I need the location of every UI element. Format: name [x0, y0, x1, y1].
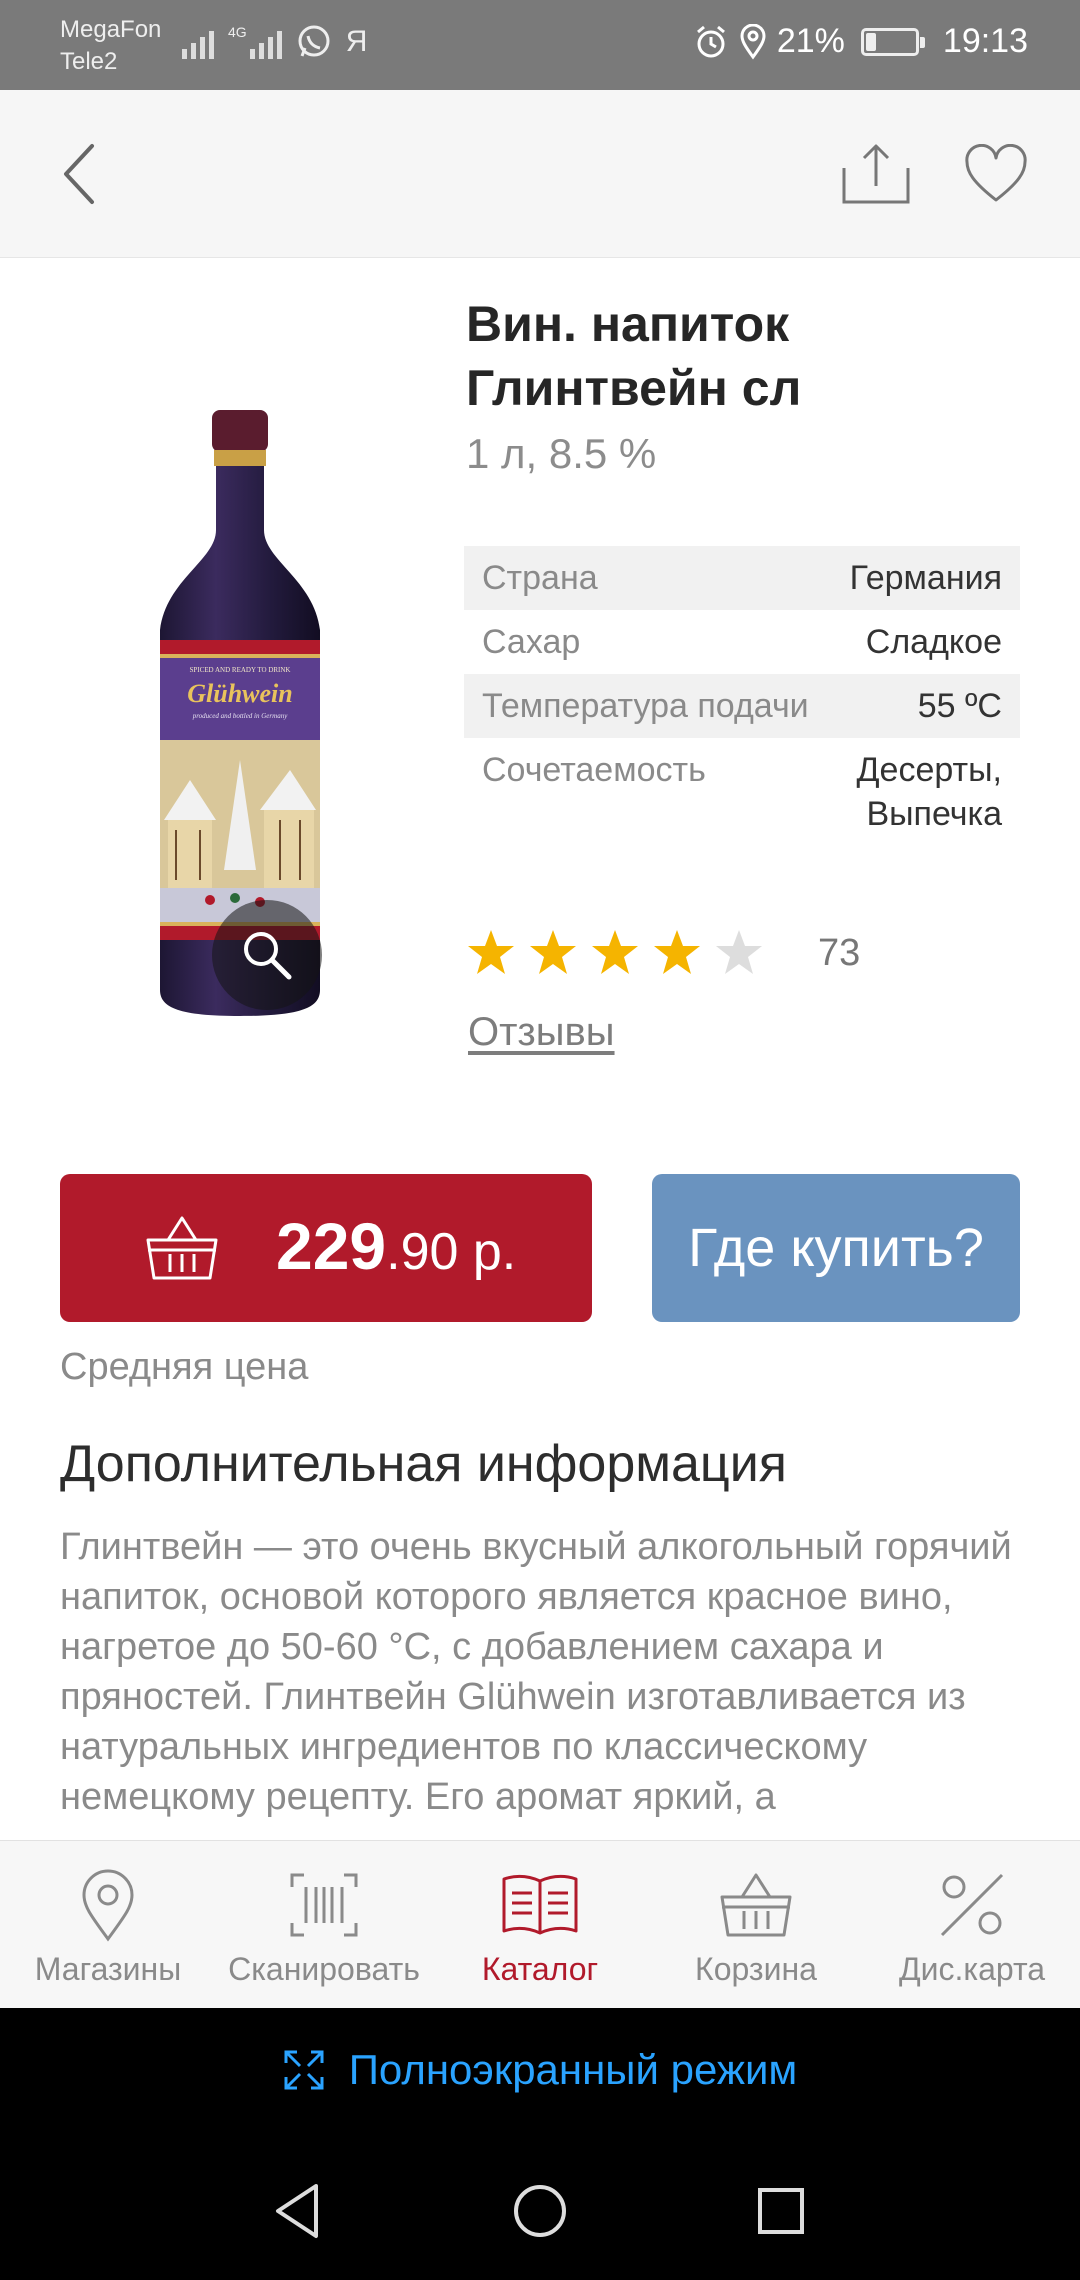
property-row-pairing: Сочетаемость Десерты, Выпечка — [464, 738, 1020, 846]
product-description: Глинтвейн — это очень вкусный алкогольны… — [60, 1526, 1012, 1818]
property-row-country: Страна Германия — [464, 546, 1020, 610]
add-to-basket-button[interactable]: 229 .90 р. — [60, 1174, 592, 1322]
favorite-button[interactable] — [956, 134, 1036, 214]
yandex-icon: Я — [345, 25, 368, 58]
star-filled-icon — [468, 930, 514, 974]
star-filled-icon — [592, 930, 638, 974]
bottom-navigation: Магазины Сканировать Каталог Корзина Дис… — [0, 1840, 1080, 2008]
property-label: Сахар — [482, 623, 581, 661]
fullscreen-mode-button[interactable]: Полноэкранный режим — [0, 2008, 1080, 2132]
clock: 19:13 — [942, 22, 1028, 60]
nav-item-stores[interactable]: Магазины — [0, 1841, 216, 2008]
network-type: 4G — [228, 24, 247, 40]
property-value: Сладкое — [865, 623, 1002, 661]
label-origin: produced and bottled in Germany — [192, 712, 289, 720]
status-right: 21% 19:13 — [693, 22, 1028, 61]
nav-label: Корзина — [695, 1951, 817, 1987]
nav-label: Каталог — [481, 1951, 599, 1987]
nav-label: Магазины — [34, 1951, 182, 1987]
label-tagline: SPICED AND READY TO DRINK — [190, 666, 291, 674]
rating-stars — [466, 928, 776, 978]
catalog-book-icon — [502, 1874, 578, 1935]
basket-icon — [720, 1873, 792, 1937]
property-row-sugar: Сахар Сладкое — [464, 610, 1020, 674]
property-label: Страна — [482, 559, 598, 597]
battery-percent: 21% — [776, 22, 845, 60]
price-fraction: .90 р. — [386, 1223, 517, 1281]
average-price-label: Средняя цена — [60, 1346, 309, 1388]
rating[interactable]: 73 — [466, 928, 860, 978]
basket-icon — [146, 1216, 218, 1280]
alarm-icon — [696, 25, 725, 57]
star-empty-icon — [716, 930, 762, 974]
signal-icon — [182, 25, 214, 59]
chevron-left-icon — [64, 144, 94, 204]
status-bar: MegaFon Tele2 4G Я 21% 19:13 — [0, 0, 1080, 90]
nav-label: Сканировать — [228, 1951, 420, 1987]
system-home-button[interactable] — [505, 2176, 575, 2246]
expand-icon — [284, 2050, 324, 2090]
product-properties: Страна Германия Сахар Сладкое Температур… — [464, 546, 1020, 846]
where-to-buy-button[interactable]: Где купить? — [652, 1174, 1020, 1322]
status-left-icons: 4G Я — [182, 24, 367, 60]
property-value: 55 ºC — [917, 687, 1002, 725]
location-icon — [740, 23, 766, 60]
nav-item-scan[interactable]: Сканировать — [216, 1841, 432, 2008]
signal-4g-icon: 4G — [228, 25, 282, 59]
whatsapp-icon — [298, 25, 330, 57]
back-button[interactable] — [40, 134, 120, 214]
property-label: Сочетаемость — [482, 751, 706, 789]
share-icon — [842, 144, 910, 204]
price-main: 229 — [276, 1209, 387, 1283]
nav-item-discount-card[interactable]: Дис.карта — [864, 1841, 1080, 2008]
map-pin-icon — [82, 1869, 134, 1942]
carrier-1: MegaFon — [60, 16, 162, 43]
carrier-2: Tele2 — [60, 48, 118, 75]
rating-count: 73 — [818, 931, 861, 974]
carrier-names: MegaFon Tele2 — [60, 14, 161, 78]
system-back-button[interactable] — [264, 2176, 334, 2246]
share-button[interactable] — [836, 134, 916, 214]
property-value: Германия — [849, 559, 1002, 597]
battery-icon — [860, 27, 925, 56]
star-filled-icon — [530, 930, 576, 974]
system-recents-button[interactable] — [746, 2176, 816, 2246]
product-volume: 1 л, 8.5 % — [466, 430, 657, 477]
property-label: Температура подачи — [482, 687, 809, 725]
star-filled-icon — [654, 930, 700, 974]
nav-label: Дис.карта — [898, 1951, 1046, 1987]
barcode-scan-icon — [290, 1873, 358, 1937]
magnifier-icon — [244, 932, 292, 980]
zoom-image-button[interactable] — [212, 900, 322, 1010]
reviews-link[interactable]: Отзывы — [468, 1010, 615, 1055]
percent-icon — [940, 1873, 1004, 1937]
app-header — [0, 90, 1080, 258]
property-row-serving-temp: Температура подачи 55 ºC — [464, 674, 1020, 738]
heart-icon — [965, 144, 1027, 202]
nav-item-catalog[interactable]: Каталог — [432, 1841, 648, 2008]
label-brand: Glühwein — [187, 679, 293, 708]
additional-info-heading: Дополнительная информация — [60, 1435, 787, 1493]
price: 229 .90 р. — [276, 1208, 516, 1284]
product-title: Вин. напиток Глинтвейн сл — [466, 296, 802, 416]
property-value: Десерты, Выпечка — [856, 751, 1002, 833]
fullscreen-label: Полноэкранный режим — [348, 2046, 798, 2093]
nav-item-basket[interactable]: Корзина — [648, 1841, 864, 2008]
system-navigation-bar — [0, 2132, 1080, 2280]
